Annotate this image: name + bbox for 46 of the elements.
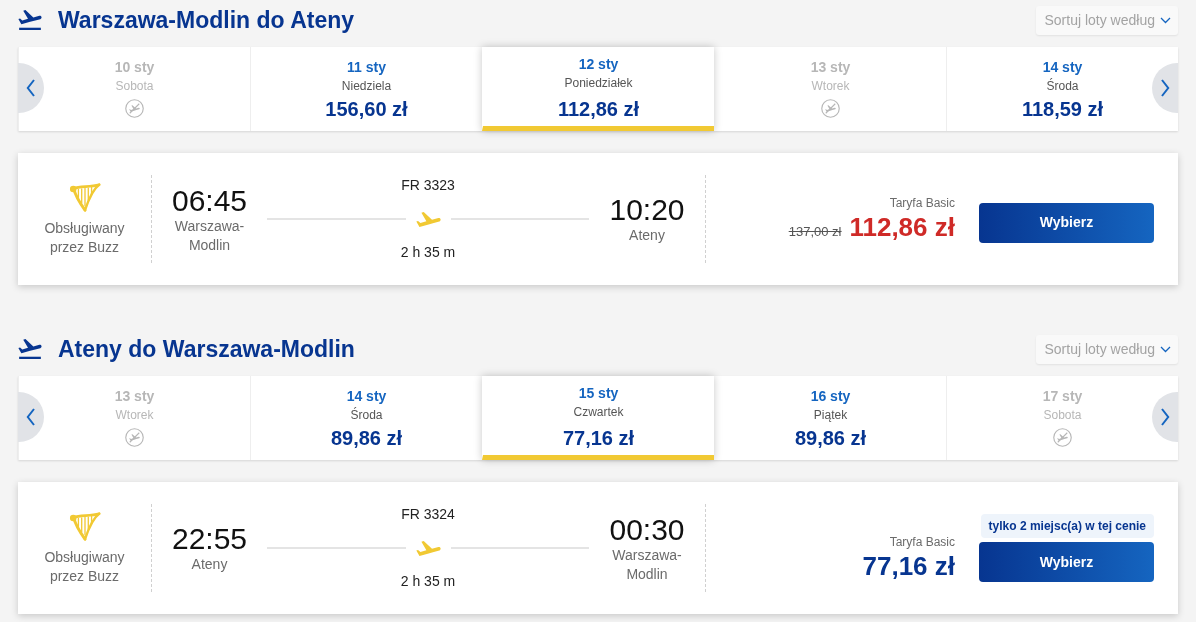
date-tab[interactable]: 14 sty Środa 118,59 zł [946, 47, 1178, 131]
chevron-left-icon [26, 408, 36, 426]
harp-icon [68, 510, 101, 542]
harp-icon [68, 181, 101, 213]
airplane-icon [415, 540, 441, 556]
chevron-left-icon [26, 79, 36, 97]
flight-duration: 2 h 35 m [399, 573, 457, 590]
date-tab[interactable]: 16 sty Piątek 89,86 zł [714, 376, 946, 460]
fare-label: Taryfa Basic [889, 535, 955, 550]
seats-notice: tylko 2 miejsc(a) w tej cenie [980, 514, 1154, 538]
chevron-down-icon [1160, 16, 1171, 24]
select-button[interactable]: Wybierz [979, 202, 1154, 243]
flight-price: 112,86 zł [849, 210, 955, 243]
route-title: Ateny do Warszawa-Modlin [58, 335, 355, 364]
old-price: 137,00 zł [788, 222, 842, 241]
departure-city: Ateny [191, 555, 228, 574]
arrival-time: 00:30 [609, 512, 685, 546]
arrival-city: Warszawa-Modlin [611, 545, 683, 584]
flight-price: 77,16 zł [862, 550, 955, 582]
date-tab[interactable]: 12 sty Poniedziałek 112,86 zł [482, 47, 714, 131]
departure-city: Warszawa-Modlin [173, 216, 246, 255]
flight-duration: 2 h 35 m [399, 244, 457, 261]
airplane-takeoff-icon [18, 10, 42, 30]
date-tab[interactable]: 11 sty Niedziela 156,60 zł [250, 47, 482, 131]
fare-label: Taryfa Basic [889, 195, 955, 211]
departure-time: 06:45 [171, 183, 248, 217]
chevron-down-icon [1160, 345, 1171, 353]
no-flight-icon [125, 99, 144, 118]
select-button[interactable]: Wybierz [979, 542, 1154, 582]
date-tab[interactable]: 15 sty Czwartek 77,16 zł [482, 376, 714, 460]
departure-time: 22:55 [171, 522, 248, 555]
route-title: Warszawa-Modlin do Ateny [58, 6, 355, 35]
chevron-right-icon [1160, 408, 1170, 426]
arrival-city: Ateny [629, 226, 665, 245]
arrival-time: 10:20 [609, 193, 685, 226]
no-flight-icon [1053, 428, 1072, 447]
operator-text: Obsługiwany przez Buzz [43, 548, 126, 586]
date-tab[interactable]: 14 sty Środa 89,86 zł [250, 376, 482, 460]
airplane-takeoff-icon [18, 339, 42, 359]
airplane-icon [415, 211, 441, 227]
no-flight-icon [125, 428, 144, 447]
flight-number: FR 3323 [400, 177, 456, 194]
operator-text: Obsługiwany przez Buzz [43, 219, 126, 257]
no-flight-icon [821, 99, 840, 118]
flight-number: FR 3324 [400, 506, 456, 523]
chevron-right-icon [1160, 79, 1170, 97]
